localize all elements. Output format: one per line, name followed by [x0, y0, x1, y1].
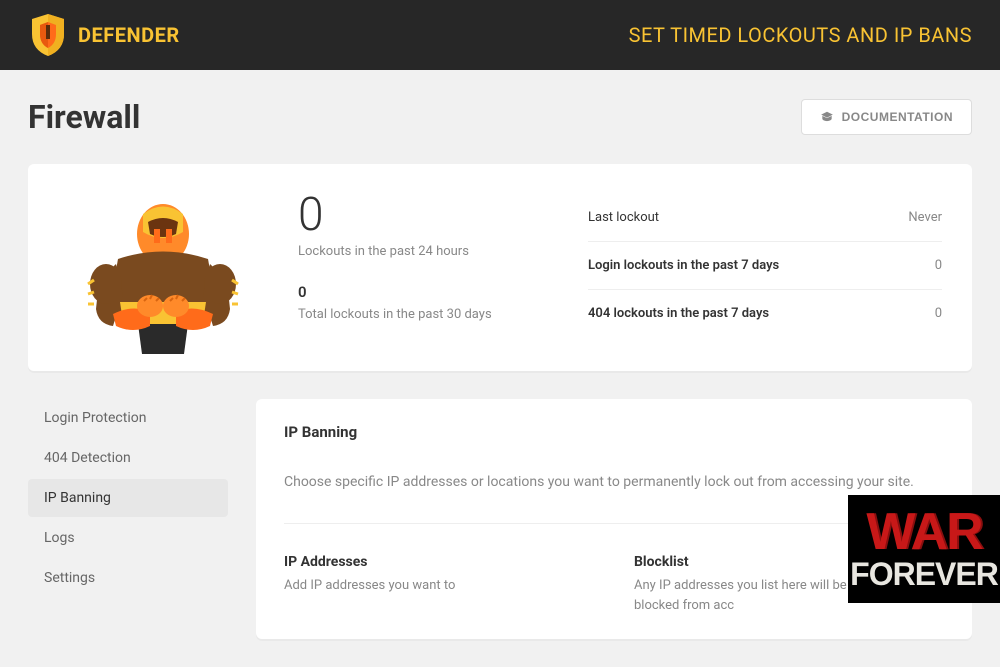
overlay-watermark: WAR FOREVER	[848, 495, 1000, 603]
panel-title: IP Banning	[284, 423, 944, 441]
overlay-line1: WAR	[866, 509, 981, 556]
documentation-label: DOCUMENTATION	[842, 110, 953, 124]
nav-item-404-detection[interactable]: 404 Detection	[28, 439, 228, 477]
stat-value: Never	[908, 210, 942, 225]
side-nav: Login Protection 404 Detection IP Bannin…	[28, 399, 228, 639]
shield-icon	[28, 12, 68, 58]
stat-value: 0	[935, 258, 942, 273]
nav-item-login-protection[interactable]: Login Protection	[28, 399, 228, 437]
documentation-button[interactable]: DOCUMENTATION	[801, 99, 972, 135]
stats-left: 0 Lockouts in the past 24 hours 0 Total …	[298, 184, 558, 359]
nav-item-settings[interactable]: Settings	[28, 559, 228, 597]
tagline: SET TIMED LOCKOUTS AND IP BANS	[629, 23, 972, 47]
brand-name: DEFENDER	[78, 23, 180, 47]
lockouts-30d-label: Total lockouts in the past 30 days	[298, 307, 558, 322]
stat-row-login-lockouts: Login lockouts in the past 7 days 0	[588, 242, 942, 290]
lockouts-24h-value: 0	[298, 192, 558, 238]
brand: DEFENDER	[28, 12, 180, 58]
panel-description: Choose specific IP addresses or location…	[284, 471, 944, 524]
nav-item-logs[interactable]: Logs	[28, 519, 228, 557]
stat-key: 404 lockouts in the past 7 days	[588, 306, 769, 321]
page-header: Firewall DOCUMENTATION	[28, 98, 972, 136]
academic-cap-icon	[820, 110, 834, 124]
stat-row-404-lockouts: 404 lockouts in the past 7 days 0	[588, 290, 942, 337]
lockouts-30d-value: 0	[298, 283, 558, 301]
stat-value: 0	[935, 306, 942, 321]
mascot-illustration	[58, 184, 268, 359]
col-title: IP Addresses	[284, 554, 594, 570]
stats-right: Last lockout Never Login lockouts in the…	[588, 184, 942, 359]
nav-item-ip-banning[interactable]: IP Banning	[28, 479, 228, 517]
stat-key: Login lockouts in the past 7 days	[588, 258, 779, 273]
stats-card: 0 Lockouts in the past 24 hours 0 Total …	[28, 164, 972, 371]
stat-row-last-lockout: Last lockout Never	[588, 194, 942, 242]
stat-key: Last lockout	[588, 210, 659, 225]
col-desc: Add IP addresses you want to	[284, 576, 594, 596]
col-ip-addresses: IP Addresses Add IP addresses you want t…	[284, 554, 594, 615]
overlay-line2: FOREVER	[850, 560, 998, 589]
page-title: Firewall	[28, 98, 140, 136]
lockouts-24h-label: Lockouts in the past 24 hours	[298, 244, 558, 259]
top-bar: DEFENDER SET TIMED LOCKOUTS AND IP BANS	[0, 0, 1000, 70]
